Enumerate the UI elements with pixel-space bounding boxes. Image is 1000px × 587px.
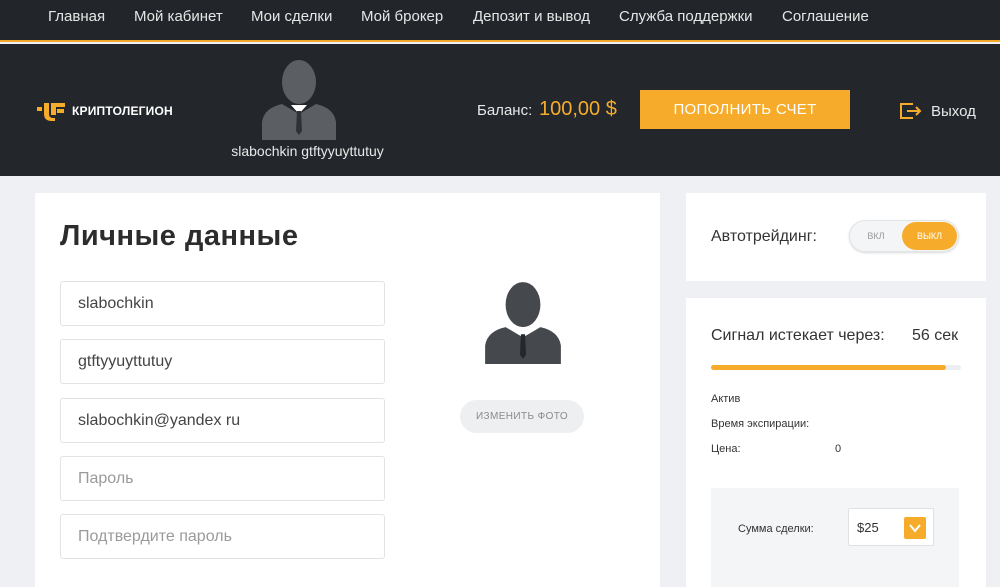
toggle-on-option[interactable]: ВКЛ <box>849 220 903 252</box>
nav-item-deposit[interactable]: Депозит и вывод <box>473 8 590 25</box>
first-name-field[interactable] <box>60 281 385 326</box>
nav-item-cabinet[interactable]: Мой кабинет <box>134 8 223 25</box>
signal-expires-label: Сигнал истекает через: <box>711 327 885 344</box>
deal-amount-label: Сумма сделки: <box>738 523 814 535</box>
deal-amount-value: $25 <box>857 520 879 535</box>
logo-mark-icon <box>37 103 65 121</box>
asset-label: Актив <box>711 393 741 405</box>
logo-text: КРИПТОЛЕГИОН <box>72 104 173 118</box>
nav-item-deals[interactable]: Мои сделки <box>251 8 332 25</box>
avatar-icon[interactable] <box>262 56 336 140</box>
signal-expires-value: 56 сек <box>912 327 959 344</box>
logout-button[interactable]: Выход <box>899 102 976 120</box>
last-name-field[interactable] <box>60 339 385 384</box>
logout-label: Выход <box>931 102 976 120</box>
deal-amount-select[interactable]: $25 <box>848 508 934 546</box>
confirm-password-field[interactable] <box>60 514 385 559</box>
password-field[interactable] <box>60 456 385 501</box>
expiration-label: Время экспирации: <box>711 418 810 430</box>
nav-item-support[interactable]: Служба поддержки <box>619 8 753 25</box>
logo[interactable]: КРИПТОЛЕГИОН <box>35 101 173 121</box>
signal-card: Сигнал истекает через: 56 сек Актив Врем… <box>686 298 986 587</box>
balance-label: Баланс: <box>477 102 533 119</box>
profile-photo-icon <box>485 282 561 364</box>
nav-item-broker[interactable]: Мой брокер <box>361 8 443 25</box>
top-nav: Главная Мой кабинет Мои сделки Мой броке… <box>0 0 1000 42</box>
nav-item-home[interactable]: Главная <box>48 8 105 25</box>
personal-data-card: Личные данные ИЗМЕНИТЬ ФОТО <box>35 193 660 587</box>
top-up-button[interactable]: ПОПОЛНИТЬ СЧЕТ <box>640 90 850 129</box>
dropdown-toggle[interactable] <box>904 517 926 539</box>
chevron-down-icon <box>909 524 921 533</box>
logout-icon <box>900 103 922 119</box>
autotrading-label: Автотрейдинг: <box>711 228 817 245</box>
price-value: 0 <box>835 443 842 455</box>
nav-item-agreement[interactable]: Соглашение <box>782 8 869 25</box>
autotrading-toggle[interactable]: ВКЛ ВЫКЛ <box>849 220 959 252</box>
change-photo-button[interactable]: ИЗМЕНИТЬ ФОТО <box>460 400 584 433</box>
balance-value: 100,00 $ <box>539 98 617 120</box>
toggle-off-option[interactable]: ВЫКЛ <box>902 222 957 250</box>
signal-progress-bar <box>711 365 961 370</box>
autotrading-card: Автотрейдинг: ВКЛ ВЫКЛ <box>686 193 986 281</box>
header: КРИПТОЛЕГИОН slabochkin gtftyyuyttutuy Б… <box>0 44 1000 176</box>
page-title: Личные данные <box>60 220 299 252</box>
user-name: slabochkin gtftyyuyttutuy <box>231 143 384 159</box>
email-field[interactable] <box>60 398 385 443</box>
deal-amount-box: Сумма сделки: $25 <box>711 488 959 587</box>
price-label: Цена: <box>711 443 741 455</box>
signal-progress-fill <box>711 365 946 370</box>
